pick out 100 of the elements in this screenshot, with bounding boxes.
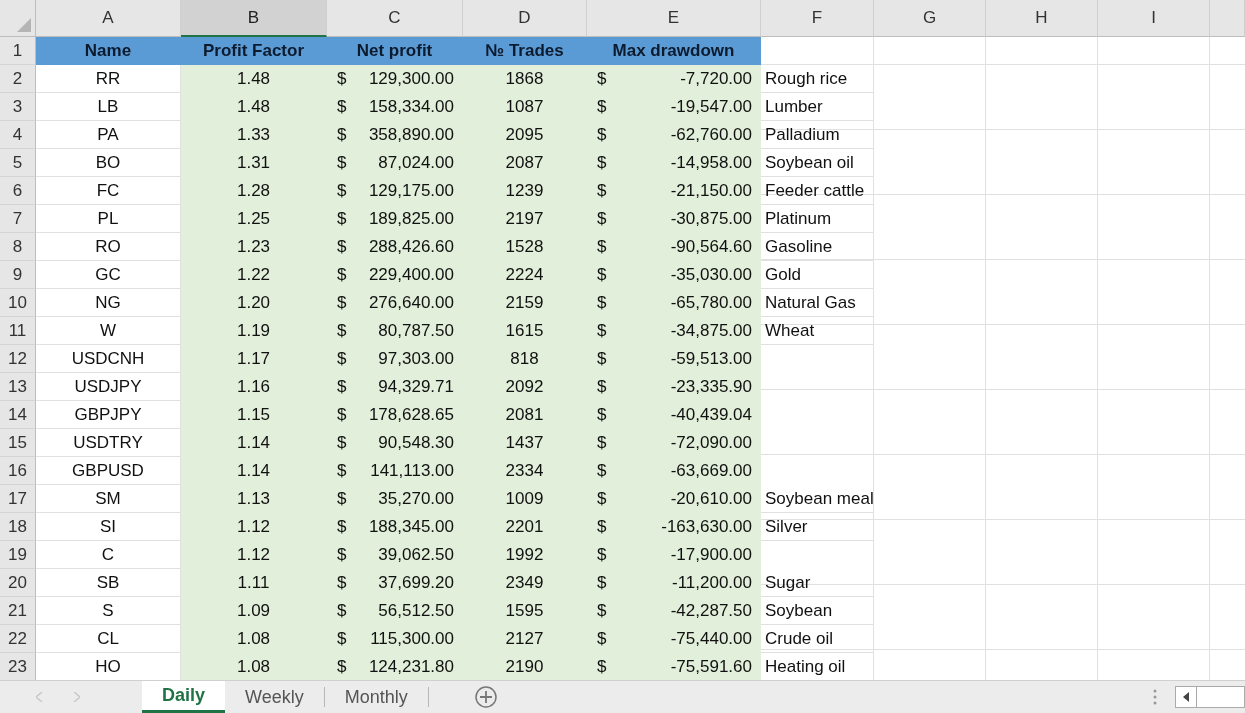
table-cell: $ 129,300.00 xyxy=(327,65,463,93)
table-cell: Profit Factor xyxy=(181,37,327,65)
row-number[interactable]: 21 xyxy=(0,597,36,625)
row-number[interactable]: 4 xyxy=(0,121,36,149)
table-cell: $ 35,270.00 xyxy=(327,485,463,513)
table-cell: 1.20 xyxy=(181,289,327,317)
select-all-icon[interactable] xyxy=(17,18,31,32)
table-cell: 1.33 xyxy=(181,121,327,149)
table-cell: № Trades xyxy=(463,37,587,65)
column-header[interactable] xyxy=(1210,0,1245,37)
column-header[interactable]: E xyxy=(587,0,761,37)
table-cell: $ 178,628.65 xyxy=(327,401,463,429)
table-cell: $ -63,669.00 xyxy=(587,457,761,485)
add-sheet-button[interactable] xyxy=(474,686,497,708)
table-cell: 1.48 xyxy=(181,93,327,121)
row-number[interactable]: 17 xyxy=(0,485,36,513)
table-cell: Crude oil xyxy=(761,625,874,653)
sheet-tab[interactable]: Monthly xyxy=(324,687,429,707)
table-cell: Name xyxy=(36,37,181,65)
table-cell: 1087 xyxy=(463,93,587,121)
table-cell: $ -34,875.00 xyxy=(587,317,761,345)
table-cell: 2087 xyxy=(463,149,587,177)
table-cell: Soybean oil xyxy=(761,149,874,177)
row-number[interactable]: 3 xyxy=(0,93,36,121)
row-number[interactable]: 22 xyxy=(0,625,36,653)
table-cell: $ -62,760.00 xyxy=(587,121,761,149)
row-number[interactable]: 8 xyxy=(0,233,36,261)
table-cell: Gasoline xyxy=(761,233,874,261)
table-cell: 818 xyxy=(463,345,587,373)
table-cell: $ -75,591.60 xyxy=(587,653,761,680)
table-cell: $ 90,548.30 xyxy=(327,429,463,457)
table-cell: 1.25 xyxy=(181,205,327,233)
row-number[interactable]: 18 xyxy=(0,513,36,541)
row-number[interactable]: 12 xyxy=(0,345,36,373)
row-number[interactable]: 15 xyxy=(0,429,36,457)
table-cell: 1437 xyxy=(463,429,587,457)
table-cell: Feeder cattle xyxy=(761,177,874,205)
scroll-left-icon[interactable] xyxy=(1183,692,1189,702)
table-cell: $ -42,287.50 xyxy=(587,597,761,625)
row-number[interactable]: 9 xyxy=(0,261,36,289)
column-header[interactable]: D xyxy=(463,0,587,37)
scroll-right-icon[interactable] xyxy=(73,692,80,702)
table-cell: Platinum xyxy=(761,205,874,233)
column-header[interactable]: F xyxy=(761,0,874,37)
table-cell: $ 188,345.00 xyxy=(327,513,463,541)
column-header[interactable]: G xyxy=(874,0,986,37)
column-header[interactable]: C xyxy=(327,0,463,37)
table-cell: $ -11,200.00 xyxy=(587,569,761,597)
table-cell: $ 129,175.00 xyxy=(327,177,463,205)
table-cell: 2334 xyxy=(463,457,587,485)
row-number[interactable]: 11 xyxy=(0,317,36,345)
row-number[interactable]: 6 xyxy=(0,177,36,205)
splitter-handle-icon[interactable] xyxy=(1153,689,1157,705)
table-cell: 1992 xyxy=(463,541,587,569)
row-number[interactable]: 14 xyxy=(0,401,36,429)
table-cell: Natural Gas xyxy=(761,289,874,317)
table-cell: $ -59,513.00 xyxy=(587,345,761,373)
row-number[interactable]: 5 xyxy=(0,149,36,177)
sheet-tab[interactable]: Daily xyxy=(142,681,226,713)
table-cell: 1.48 xyxy=(181,65,327,93)
row-number[interactable]: 7 xyxy=(0,205,36,233)
row-number[interactable]: 16 xyxy=(0,457,36,485)
column-header[interactable]: A xyxy=(36,0,181,37)
row-number[interactable]: 19 xyxy=(0,541,36,569)
table-cell: $ 80,787.50 xyxy=(327,317,463,345)
table-cell: $ -21,150.00 xyxy=(587,177,761,205)
table-cell: 1.09 xyxy=(181,597,327,625)
row-number[interactable]: 23 xyxy=(0,653,36,680)
table-cell: 2081 xyxy=(463,401,587,429)
table-cell: 1868 xyxy=(463,65,587,93)
table-cell: Rough rice xyxy=(761,65,874,93)
table-cell: $ -65,780.00 xyxy=(587,289,761,317)
row-number[interactable]: 2 xyxy=(0,65,36,93)
row-number[interactable]: 20 xyxy=(0,569,36,597)
table-cell: 1.16 xyxy=(181,373,327,401)
column-header[interactable]: B xyxy=(181,0,327,37)
table-cell: 1.08 xyxy=(181,653,327,680)
table-cell: 1.15 xyxy=(181,401,327,429)
table-cell: 1.13 xyxy=(181,485,327,513)
sheet-tab[interactable]: Weekly xyxy=(225,687,325,707)
table-cell: Silver xyxy=(761,513,874,541)
table-cell: $ -163,630.00 xyxy=(587,513,761,541)
table-cell: $ -20,610.00 xyxy=(587,485,761,513)
table-cell: $ -90,564.60 xyxy=(587,233,761,261)
table-cell: 2159 xyxy=(463,289,587,317)
table-cell: 1.12 xyxy=(181,513,327,541)
row-number[interactable]: 1 xyxy=(0,37,36,65)
row-number[interactable]: 13 xyxy=(0,373,36,401)
table-cell: $ -17,900.00 xyxy=(587,541,761,569)
table-cell: Lumber xyxy=(761,93,874,121)
column-header[interactable]: I xyxy=(1098,0,1210,37)
row-number[interactable]: 10 xyxy=(0,289,36,317)
table-cell: $ 37,699.20 xyxy=(327,569,463,597)
table-cell: 1.23 xyxy=(181,233,327,261)
table-cell: $ 94,329.71 xyxy=(327,373,463,401)
table-cell: 2349 xyxy=(463,569,587,597)
column-header[interactable]: H xyxy=(986,0,1098,37)
table-cell: $ 39,062.50 xyxy=(327,541,463,569)
table-cell: 1.31 xyxy=(181,149,327,177)
horizontal-scrollbar[interactable] xyxy=(1175,686,1245,708)
